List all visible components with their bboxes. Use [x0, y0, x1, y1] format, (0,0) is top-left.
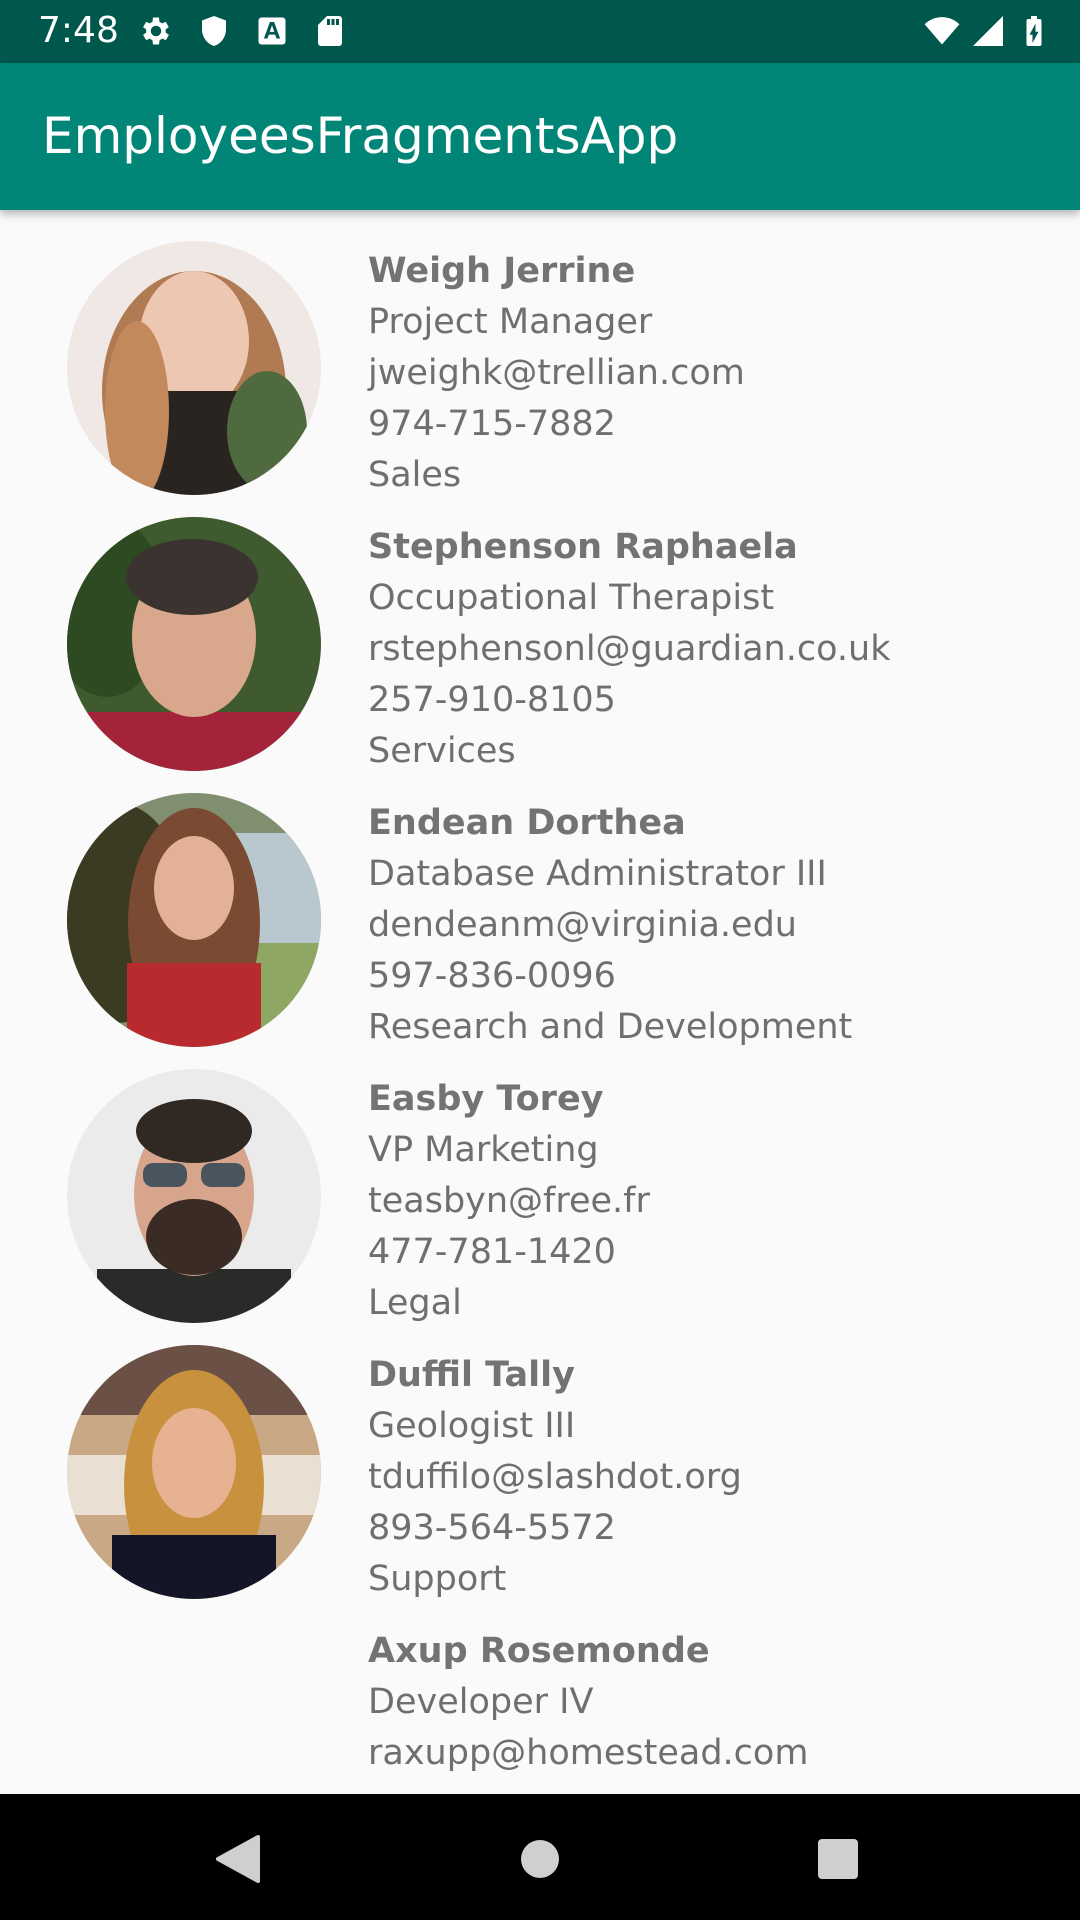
employee-email: raxupp@homestead.com — [368, 1733, 809, 1773]
employee-email: rstephensonl@guardian.co.uk — [368, 629, 891, 669]
employee-phone: 974-715-7882 — [368, 404, 616, 444]
employee-title: VP Marketing — [368, 1130, 599, 1170]
home-icon[interactable] — [500, 1819, 580, 1899]
employee-title: Project Manager — [368, 302, 653, 342]
employee-phone: 893-564-5572 — [368, 1508, 616, 1548]
employee-avatar — [67, 517, 321, 771]
app-bar: EmployeesFragmentsApp — [0, 63, 1080, 210]
employee-email: dendeanm@virginia.edu — [368, 905, 797, 945]
font-a-icon — [258, 17, 286, 45]
employee-email: jweighk@trellian.com — [368, 353, 745, 393]
employee-info: Endean Dorthea Database Administrator II… — [368, 798, 1068, 1053]
settings-icon — [143, 17, 169, 45]
employee-info: Easby Torey VP Marketing teasbyn@free.fr… — [368, 1074, 1068, 1329]
employee-phone: 477-781-1420 — [368, 1232, 616, 1272]
employee-list[interactable]: Weigh Jerrine Project Manager jweighk@tr… — [0, 210, 1080, 1794]
sd-card-icon — [318, 16, 342, 46]
employee-row[interactable]: Endean Dorthea Database Administrator II… — [0, 762, 1080, 1047]
employee-row[interactable]: Easby Torey VP Marketing teasbyn@free.fr… — [0, 1038, 1080, 1323]
employee-row[interactable]: Stephenson Raphaela Occupational Therapi… — [0, 486, 1080, 771]
employee-title: Developer IV — [368, 1682, 594, 1722]
shield-icon — [202, 16, 226, 46]
back-icon[interactable] — [198, 1819, 278, 1899]
employee-phone: 597-836-0096 — [368, 956, 616, 996]
employee-email: tduffilo@slashdot.org — [368, 1457, 742, 1497]
employee-info: Weigh Jerrine Project Manager jweighk@tr… — [368, 246, 1068, 501]
employee-name: Duffil Tally — [368, 1355, 575, 1395]
employee-title: Occupational Therapist — [368, 578, 775, 618]
employee-avatar — [67, 793, 321, 1047]
employee-avatar — [67, 241, 321, 495]
employee-phone: 257-910-8105 — [368, 680, 616, 720]
status-time: 7:48 — [38, 10, 119, 51]
wifi-icon — [924, 17, 960, 45]
phone-screen: 7:48 EmployeesFragmentsApp Weigh Jerrine… — [0, 0, 1080, 1920]
status-bar: 7:48 — [0, 0, 1080, 63]
employee-avatar — [67, 1069, 321, 1323]
app-title: EmployeesFragmentsApp — [42, 107, 679, 165]
employee-name: Endean Dorthea — [368, 803, 686, 843]
employee-name: Easby Torey — [368, 1079, 604, 1119]
employee-info: Duffil Tally Geologist III tduffilo@slas… — [368, 1350, 1068, 1605]
employee-avatar — [67, 1345, 321, 1599]
employee-title: Database Administrator III — [368, 854, 827, 894]
employee-title: Geologist III — [368, 1406, 576, 1446]
employee-name: Axup Rosemonde — [368, 1631, 710, 1671]
employee-info: Stephenson Raphaela Occupational Therapi… — [368, 522, 1068, 777]
employee-row[interactable]: Weigh Jerrine Project Manager jweighk@tr… — [0, 210, 1080, 495]
battery-charging-icon — [1026, 16, 1042, 46]
signal-icon — [973, 16, 1003, 46]
employee-row[interactable]: Duffil Tally Geologist III tduffilo@slas… — [0, 1314, 1080, 1599]
recents-icon[interactable] — [798, 1819, 878, 1899]
employee-email: teasbyn@free.fr — [368, 1181, 650, 1221]
employee-info: Axup Rosemonde Developer IV raxupp@homes… — [368, 1626, 1068, 1779]
navigation-bar — [0, 1794, 1080, 1920]
employee-row[interactable]: Axup Rosemonde Developer IV raxupp@homes… — [0, 1590, 1080, 1794]
employee-name: Stephenson Raphaela — [368, 527, 798, 567]
employee-name: Weigh Jerrine — [368, 251, 636, 291]
